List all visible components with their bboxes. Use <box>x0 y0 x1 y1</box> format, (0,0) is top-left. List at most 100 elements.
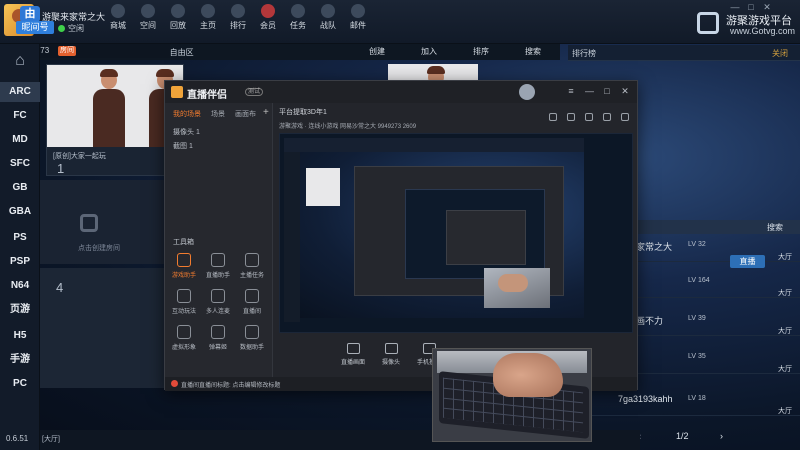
control-camera[interactable]: 摄像头 <box>375 343 407 366</box>
close-button[interactable]: ✕ <box>762 2 772 12</box>
tool-label: 直播助手 <box>205 273 230 279</box>
add-scene-button[interactable]: + <box>263 107 269 118</box>
maximize-button[interactable]: □ <box>746 2 756 12</box>
nav-task[interactable]: 任务 <box>288 4 308 31</box>
share-icon[interactable] <box>549 113 557 121</box>
stream-title-text[interactable]: 平台提取3D年1 <box>279 107 327 117</box>
minimize-button[interactable]: — <box>730 2 740 12</box>
next-page-button[interactable]: › <box>720 431 723 441</box>
nav-rank[interactable]: 排行 <box>228 4 248 31</box>
platform-mobile[interactable]: 手游 <box>0 350 40 370</box>
create-room-text: 点击创建房间 <box>78 245 120 252</box>
menu-icon[interactable]: ≡ <box>567 86 575 97</box>
player-location: 大厅 <box>778 290 792 297</box>
tool-live-helper[interactable]: 直播助手 <box>203 253 233 279</box>
nav-label: 商城 <box>110 21 126 30</box>
stream-preview[interactable] <box>279 133 633 333</box>
settings-icon[interactable] <box>621 113 629 121</box>
minimize-button[interactable]: — <box>585 86 594 97</box>
sort-button[interactable]: 排序 <box>469 46 493 57</box>
fullscreen-icon[interactable] <box>585 113 593 121</box>
source-item[interactable]: 截图 1 <box>173 141 193 151</box>
source-item[interactable]: 摄像头 1 <box>173 127 200 137</box>
tool-label: 弹幕姬 <box>208 345 227 351</box>
task-icon <box>291 4 305 18</box>
top-bar: 由 游聚来家常之大 昵间号 空闲 商城 空间 回放 主页 排行 会员 任务 战队… <box>0 0 800 44</box>
platform-fc[interactable]: FC <box>0 106 40 126</box>
platform-n64[interactable]: N64 <box>0 276 40 296</box>
tool-streamer-task[interactable]: 主播任务 <box>237 253 267 279</box>
tab-my-scene[interactable]: 我的场景 <box>173 109 201 119</box>
vip-icon <box>261 4 275 18</box>
platform-pc[interactable]: PC <box>0 374 40 394</box>
player-level: LV 39 <box>688 315 706 322</box>
tab-scene[interactable]: 场景 <box>211 109 225 119</box>
bell-icon[interactable] <box>603 113 611 121</box>
player-figure-image <box>91 67 127 147</box>
platform-sfc[interactable]: SFC <box>0 154 40 174</box>
tool-game-helper[interactable]: 游戏助手 <box>169 253 199 279</box>
platform-h5[interactable]: H5 <box>0 326 40 346</box>
tool-label: 多人连麦 <box>205 309 230 315</box>
footer-hint[interactable]: 直播间直播间标题: 点击编辑修改标题 <box>181 380 280 389</box>
home-icon[interactable]: ⌂ <box>11 53 29 69</box>
preview-camera-feed <box>484 268 550 308</box>
status-text[interactable]: 空闲 <box>68 23 84 34</box>
preview-nested-window-3 <box>446 210 526 265</box>
nav-vip[interactable]: 会员 <box>258 4 278 31</box>
nav-label: 战队 <box>320 21 336 30</box>
control-screen[interactable]: 直播画面 <box>337 343 369 366</box>
live-chip[interactable]: 直播 <box>730 255 765 268</box>
close-button[interactable]: ✕ <box>621 86 629 97</box>
player-location: 大厅 <box>778 366 792 373</box>
join-button[interactable]: 加入 <box>417 46 441 57</box>
nav-home[interactable]: 主页 <box>198 4 218 31</box>
maximize-button[interactable]: □ <box>603 86 611 97</box>
rank-icon <box>231 4 245 18</box>
nav-label: 排行 <box>230 21 246 30</box>
app-root: 由 游聚来家常之大 昵间号 空闲 商城 空间 回放 主页 排行 会员 任务 战队… <box>0 0 800 450</box>
nav-space[interactable]: 空间 <box>138 4 158 31</box>
close-panel-button[interactable]: 关闭 <box>772 48 788 59</box>
player-name: 家常之大 <box>636 242 673 252</box>
tool-multi-mic[interactable]: 多人连麦 <box>203 289 233 315</box>
tool-live-room[interactable]: 直播间 <box>237 289 267 315</box>
player-row[interactable]: 7ga3193kahh LV 18 大厅 <box>590 390 800 416</box>
streamer-avatar[interactable] <box>519 84 535 100</box>
nav-team[interactable]: 战队 <box>318 4 338 31</box>
lock-icon[interactable] <box>567 113 575 121</box>
home-icon <box>201 4 215 18</box>
platform-ps[interactable]: PS <box>0 228 40 248</box>
platform-gba[interactable]: GBA <box>0 202 40 222</box>
player-search-button[interactable]: 搜索 <box>767 222 783 233</box>
platform-gb[interactable]: GB <box>0 178 40 198</box>
tool-danmaku[interactable]: 弹幕姬 <box>203 325 233 351</box>
nav-mail[interactable]: 邮件 <box>348 4 368 31</box>
search-button[interactable]: 搜索 <box>521 46 545 57</box>
scene-panel: 我的场景 场景 画面布 + 摄像头 1 截图 1 工具箱 游戏助手 直播助手 主… <box>165 103 273 378</box>
brand-url[interactable]: www.Gotvg.com <box>730 26 795 36</box>
platform-psp[interactable]: PSP <box>0 252 40 272</box>
tool-interactive[interactable]: 互动玩法 <box>169 289 199 315</box>
platform-md[interactable]: MD <box>0 130 40 150</box>
game-helper-icon <box>177 253 191 267</box>
space-icon <box>141 4 155 18</box>
player-location: 大厅 <box>778 328 792 335</box>
pagination: ‹ 1/2 › <box>636 430 800 446</box>
tool-data[interactable]: 数据助手 <box>237 325 267 351</box>
create-button[interactable]: 创建 <box>365 46 389 57</box>
platform-webgame[interactable]: 页游 <box>0 300 40 320</box>
nickname-button[interactable]: 昵间号 <box>16 21 54 34</box>
tab-canvas[interactable]: 画面布 <box>235 109 256 119</box>
page-indicator: 1/2 <box>676 431 689 441</box>
nav-replay[interactable]: 回放 <box>168 4 188 31</box>
nav-shop[interactable]: 商城 <box>108 4 128 31</box>
brand-logo-icon <box>697 12 719 34</box>
tool-label: 虚拟形象 <box>171 345 196 351</box>
player-level: LV 18 <box>688 395 706 402</box>
window-controls: — □ ✕ <box>730 2 772 12</box>
warning-icon <box>171 380 178 387</box>
platform-arc[interactable]: ARC <box>0 82 40 102</box>
tool-avatar[interactable]: 虚拟形象 <box>169 325 199 351</box>
location-label: [大厅] <box>42 436 60 443</box>
